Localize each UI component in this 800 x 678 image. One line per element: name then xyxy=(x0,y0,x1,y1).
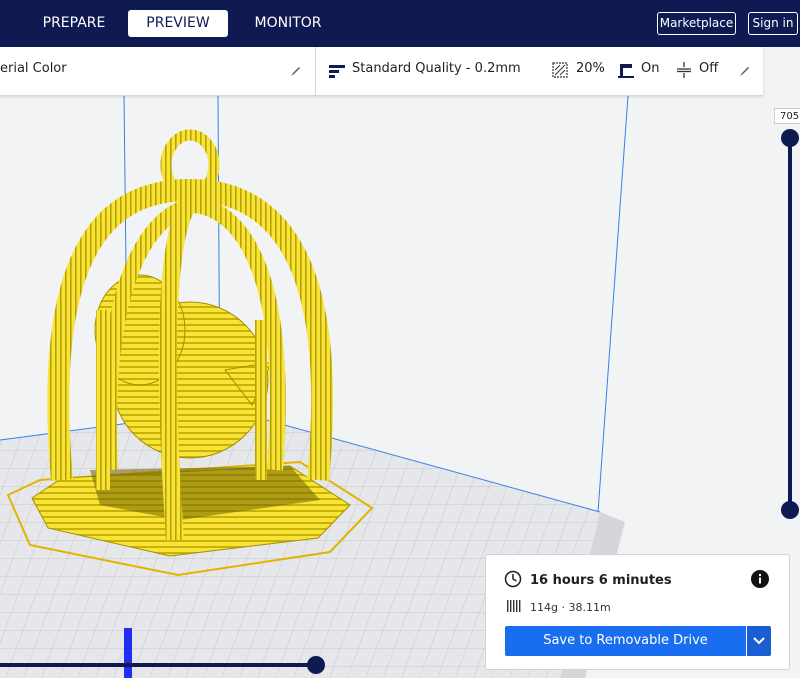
quality-profile-icon xyxy=(329,65,345,78)
pencil-icon[interactable] xyxy=(290,65,302,77)
save-options-dropdown[interactable] xyxy=(747,626,771,656)
print-settings-bar: erial Color Standard Quality - 0.2mm 20%… xyxy=(0,47,763,96)
pencil-icon[interactable] xyxy=(739,65,751,77)
z-axis xyxy=(124,628,132,678)
model-cage-bar xyxy=(255,320,267,480)
infill-icon xyxy=(552,62,568,78)
material-label[interactable]: erial Color xyxy=(0,61,67,76)
layer-slider-top-handle[interactable] xyxy=(781,129,799,147)
print-info-panel: 16 hours 6 minutes 114g · 38.11m Save to… xyxy=(485,554,790,670)
tab-monitor[interactable]: MONITOR xyxy=(240,10,336,37)
clock-icon xyxy=(504,570,522,588)
info-icon[interactable] xyxy=(751,570,769,588)
sign-in-button[interactable]: Sign in xyxy=(748,12,798,35)
material-estimate: 114g · 38.11m xyxy=(530,601,611,614)
top-navigation-bar: PREPARE PREVIEW MONITOR Marketplace Sign… xyxy=(0,0,800,47)
infill-value[interactable]: 20% xyxy=(576,61,605,76)
spool-icon xyxy=(507,600,521,612)
build-volume-edge xyxy=(597,96,629,513)
tab-prepare[interactable]: PREPARE xyxy=(28,10,120,37)
print-time: 16 hours 6 minutes xyxy=(530,573,672,588)
support-value[interactable]: On xyxy=(641,61,659,76)
settings-divider xyxy=(315,47,316,95)
marketplace-button[interactable]: Marketplace xyxy=(657,12,736,35)
chevron-down-icon xyxy=(753,637,765,645)
adhesion-value[interactable]: Off xyxy=(699,61,718,76)
layer-slider-bottom-handle[interactable] xyxy=(781,501,799,519)
tab-preview[interactable]: PREVIEW xyxy=(128,10,228,37)
horizontal-slider-handle[interactable] xyxy=(307,656,325,674)
support-icon xyxy=(618,64,634,78)
model-cage-bar xyxy=(96,310,110,490)
quality-profile-label[interactable]: Standard Quality - 0.2mm xyxy=(352,61,521,76)
adhesion-icon xyxy=(677,62,691,78)
save-to-removable-drive-button[interactable]: Save to Removable Drive xyxy=(505,626,746,656)
layer-number-field[interactable]: 705 xyxy=(774,108,800,124)
